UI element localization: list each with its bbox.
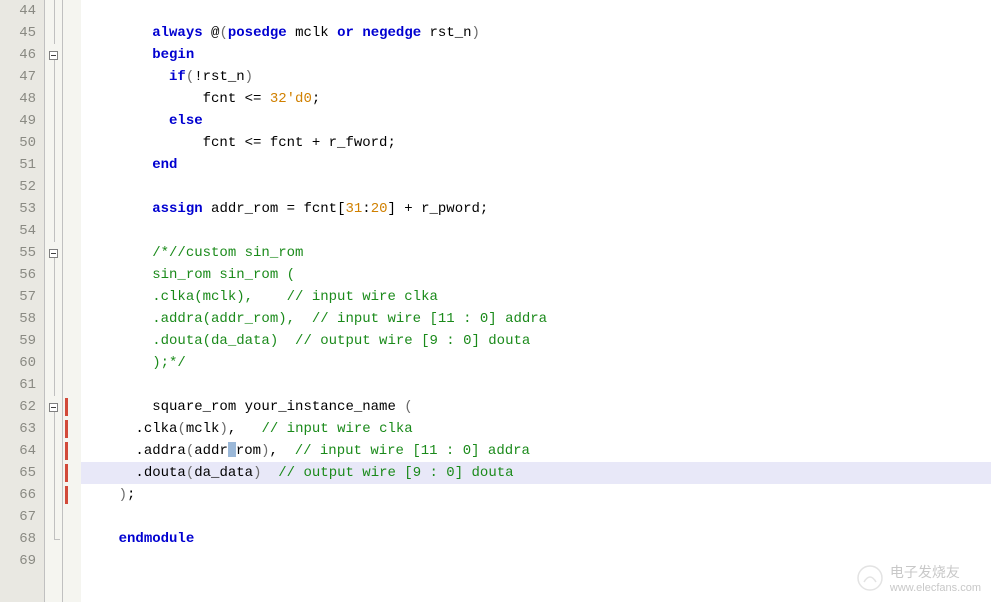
- code-line[interactable]: [81, 176, 991, 198]
- code-line[interactable]: assign addr_rom = fcnt[31:20] + r_pword;: [81, 198, 991, 220]
- watermark-url: www.elecfans.com: [890, 582, 981, 594]
- line-number: 55: [0, 242, 44, 264]
- line-number: 61: [0, 374, 44, 396]
- code-line[interactable]: .addra(addrrom), // input wire [11 : 0] …: [81, 440, 991, 462]
- change-marker-icon: [65, 442, 68, 460]
- change-marker-icon: [65, 398, 68, 416]
- line-number: 51: [0, 154, 44, 176]
- line-number-gutter: 44 45 46 47 48 49 50 51 52 53 54 55 56 5…: [0, 0, 45, 602]
- fold-toggle-icon[interactable]: [49, 249, 58, 258]
- change-marker-icon: [65, 464, 68, 482]
- code-line[interactable]: .clka(mclk), // input wire clka: [81, 418, 991, 440]
- change-marker-icon: [65, 420, 68, 438]
- code-line[interactable]: fcnt <= fcnt + r_fword;: [81, 132, 991, 154]
- code-line[interactable]: begin: [81, 44, 991, 66]
- line-number: 54: [0, 220, 44, 242]
- code-line[interactable]: .clka(mclk), // input wire clka: [81, 286, 991, 308]
- line-number: 59: [0, 330, 44, 352]
- line-number: 46: [0, 44, 44, 66]
- line-number: 62: [0, 396, 44, 418]
- line-number: 52: [0, 176, 44, 198]
- text-cursor: [228, 442, 236, 457]
- code-line[interactable]: square_rom your_instance_name (: [81, 396, 991, 418]
- code-line[interactable]: );: [81, 484, 991, 506]
- code-line[interactable]: .douta(da_data) // output wire [9 : 0] d…: [81, 330, 991, 352]
- line-number: 56: [0, 264, 44, 286]
- line-number: 69: [0, 550, 44, 572]
- line-number: 66: [0, 484, 44, 506]
- code-line-current[interactable]: .douta(da_data) // output wire [9 : 0] d…: [81, 462, 991, 484]
- change-marker-icon: [65, 486, 68, 504]
- code-line[interactable]: fcnt <= 32'd0;: [81, 88, 991, 110]
- code-line[interactable]: if(!rst_n): [81, 66, 991, 88]
- code-line[interactable]: [81, 506, 991, 528]
- code-line[interactable]: endmodule: [81, 528, 991, 550]
- code-line[interactable]: always @(posedge mclk or negedge rst_n): [81, 22, 991, 44]
- code-line[interactable]: [81, 220, 991, 242]
- line-number: 50: [0, 132, 44, 154]
- line-number: 63: [0, 418, 44, 440]
- line-number: 48: [0, 88, 44, 110]
- line-number: 49: [0, 110, 44, 132]
- line-number: 58: [0, 308, 44, 330]
- line-number: 53: [0, 198, 44, 220]
- line-number: 47: [0, 66, 44, 88]
- code-line[interactable]: [81, 0, 991, 22]
- code-line[interactable]: .addra(addr_rom), // input wire [11 : 0]…: [81, 308, 991, 330]
- line-number: 44: [0, 0, 44, 22]
- code-line[interactable]: end: [81, 154, 991, 176]
- code-line[interactable]: sin_rom sin_rom (: [81, 264, 991, 286]
- code-area[interactable]: always @(posedge mclk or negedge rst_n) …: [81, 0, 991, 602]
- line-number: 64: [0, 440, 44, 462]
- change-marker-gutter: [63, 0, 81, 602]
- line-number: 67: [0, 506, 44, 528]
- fold-gutter: [45, 0, 63, 602]
- code-line[interactable]: else: [81, 110, 991, 132]
- code-line[interactable]: );*/: [81, 352, 991, 374]
- line-number: 57: [0, 286, 44, 308]
- line-number: 60: [0, 352, 44, 374]
- code-editor: 44 45 46 47 48 49 50 51 52 53 54 55 56 5…: [0, 0, 991, 602]
- fold-toggle-icon[interactable]: [49, 51, 58, 60]
- line-number: 45: [0, 22, 44, 44]
- code-line[interactable]: [81, 374, 991, 396]
- code-line[interactable]: /*//custom sin_rom: [81, 242, 991, 264]
- fold-toggle-icon[interactable]: [49, 403, 58, 412]
- line-number: 68: [0, 528, 44, 550]
- code-line[interactable]: [81, 550, 991, 572]
- line-number: 65: [0, 462, 44, 484]
